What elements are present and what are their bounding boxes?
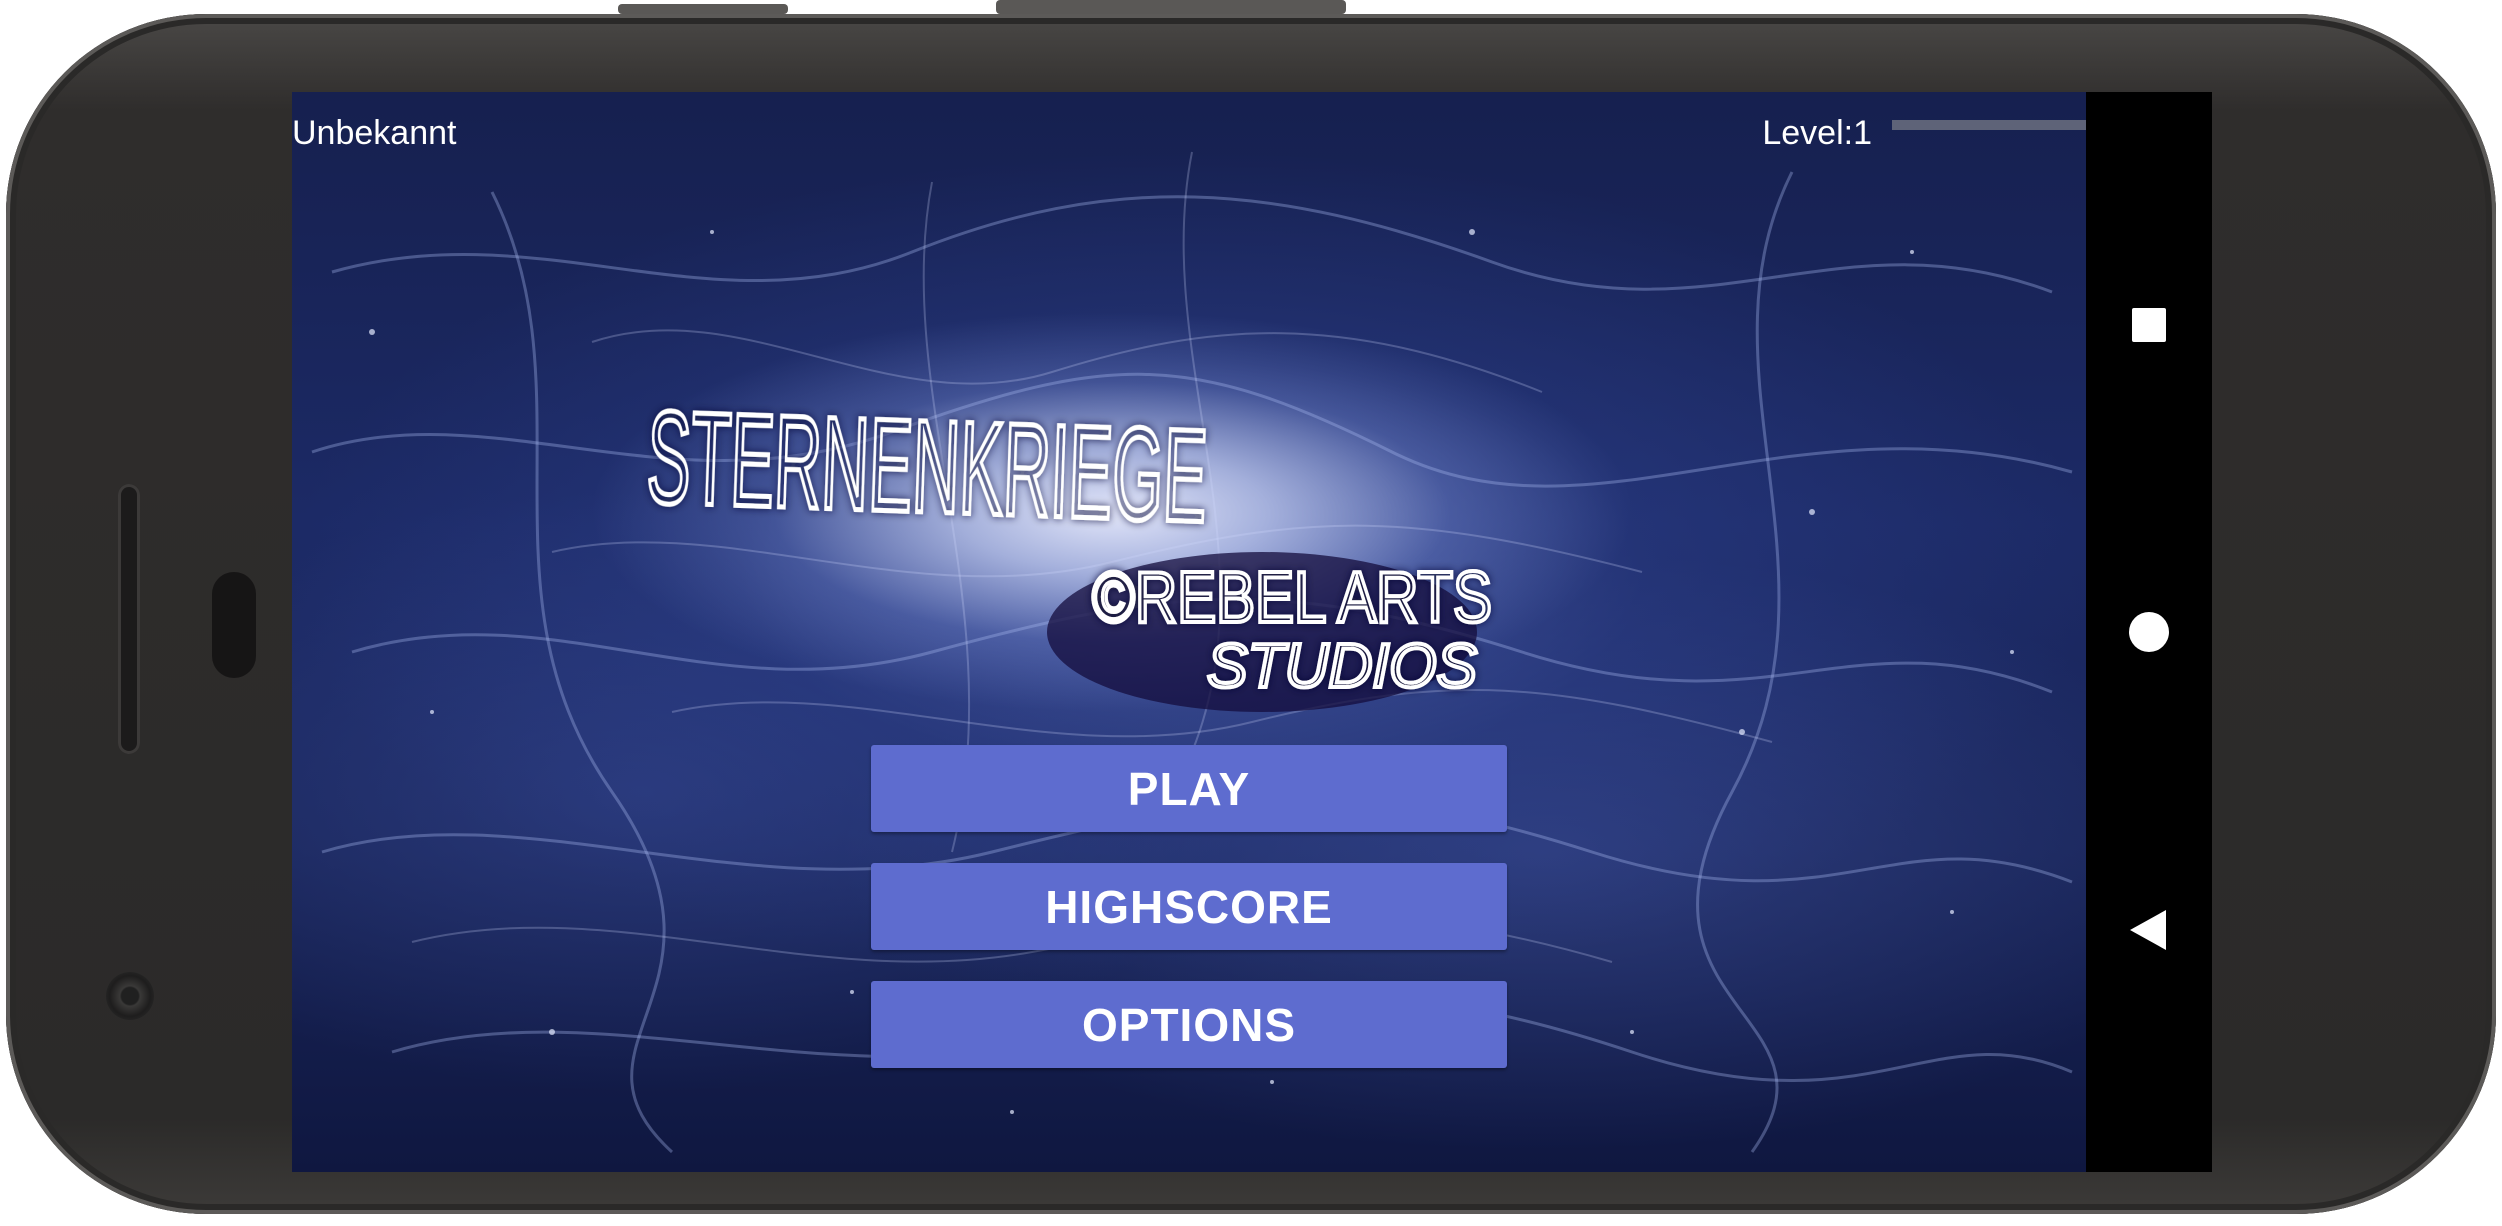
player-name: Unbekannt bbox=[292, 114, 457, 152]
proximity-sensor bbox=[212, 572, 256, 678]
android-navigation-bar bbox=[2086, 92, 2212, 1172]
studio-name-line1: ©REBEL ARTS bbox=[1092, 558, 1492, 638]
phone-frame: Unbekannt Level:1 STERNENKRIEGE ©REBEL A… bbox=[6, 0, 2496, 1214]
play-button[interactable]: PLAY bbox=[871, 745, 1507, 832]
game-logo: STERNENKRIEGE ©REBEL ARTS STUDIOS bbox=[642, 381, 1494, 712]
speaker-grille bbox=[118, 484, 140, 754]
game-main-menu: Unbekannt Level:1 STERNENKRIEGE ©REBEL A… bbox=[292, 92, 2086, 1172]
level-label: Level:1 bbox=[1762, 114, 1872, 152]
triangle-back-icon[interactable] bbox=[2130, 910, 2166, 950]
level-progress-bar bbox=[1892, 120, 2086, 130]
square-icon[interactable] bbox=[2132, 308, 2166, 342]
phone-screen: Unbekannt Level:1 STERNENKRIEGE ©REBEL A… bbox=[292, 92, 2212, 1172]
volume-button bbox=[996, 0, 1346, 14]
options-button[interactable]: OPTIONS bbox=[871, 981, 1507, 1068]
power-button bbox=[618, 4, 788, 14]
highscore-button[interactable]: HIGHSCORE bbox=[871, 863, 1507, 950]
main-menu: PLAY HIGHSCORE OPTIONS bbox=[871, 745, 1507, 1099]
studio-name-line2: STUDIOS bbox=[1207, 632, 1477, 701]
circle-icon[interactable] bbox=[2129, 612, 2169, 652]
front-camera bbox=[106, 972, 154, 1020]
logo-title: STERNENKRIEGE bbox=[645, 383, 1210, 549]
